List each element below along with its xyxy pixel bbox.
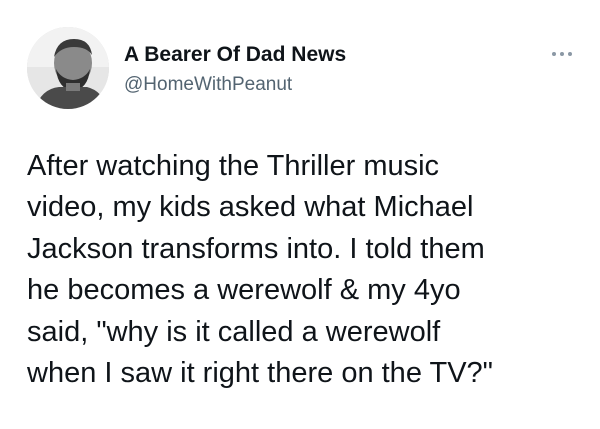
tweet-text-line: Jackson transforms into. I told them: [27, 232, 485, 265]
author-handle[interactable]: @HomeWithPeanut: [124, 73, 292, 97]
tweet-card: A Bearer Of Dad News @HomeWithPeanut Aft…: [0, 0, 600, 429]
more-horizontal-icon: [552, 52, 556, 56]
tweet-text-line: when I saw it right there on the TV?": [27, 357, 493, 390]
author-name[interactable]: A Bearer Of Dad News: [124, 42, 346, 68]
tweet-text-line: he becomes a werewolf & my 4yo: [27, 274, 461, 307]
tweet-text-line: said, "why is it called a werewolf: [27, 315, 441, 348]
tweet-text-line: video, my kids asked what Michael: [27, 191, 474, 224]
more-options-button[interactable]: [547, 47, 577, 61]
avatar[interactable]: [27, 27, 109, 109]
tweet-text: After watching the Thriller music video,…: [27, 146, 592, 394]
profile-photo-icon: [27, 27, 109, 109]
tweet-text-line: After watching the Thriller music: [27, 150, 440, 182]
more-horizontal-icon-dot: [568, 52, 572, 56]
more-horizontal-icon-dot: [560, 52, 564, 56]
